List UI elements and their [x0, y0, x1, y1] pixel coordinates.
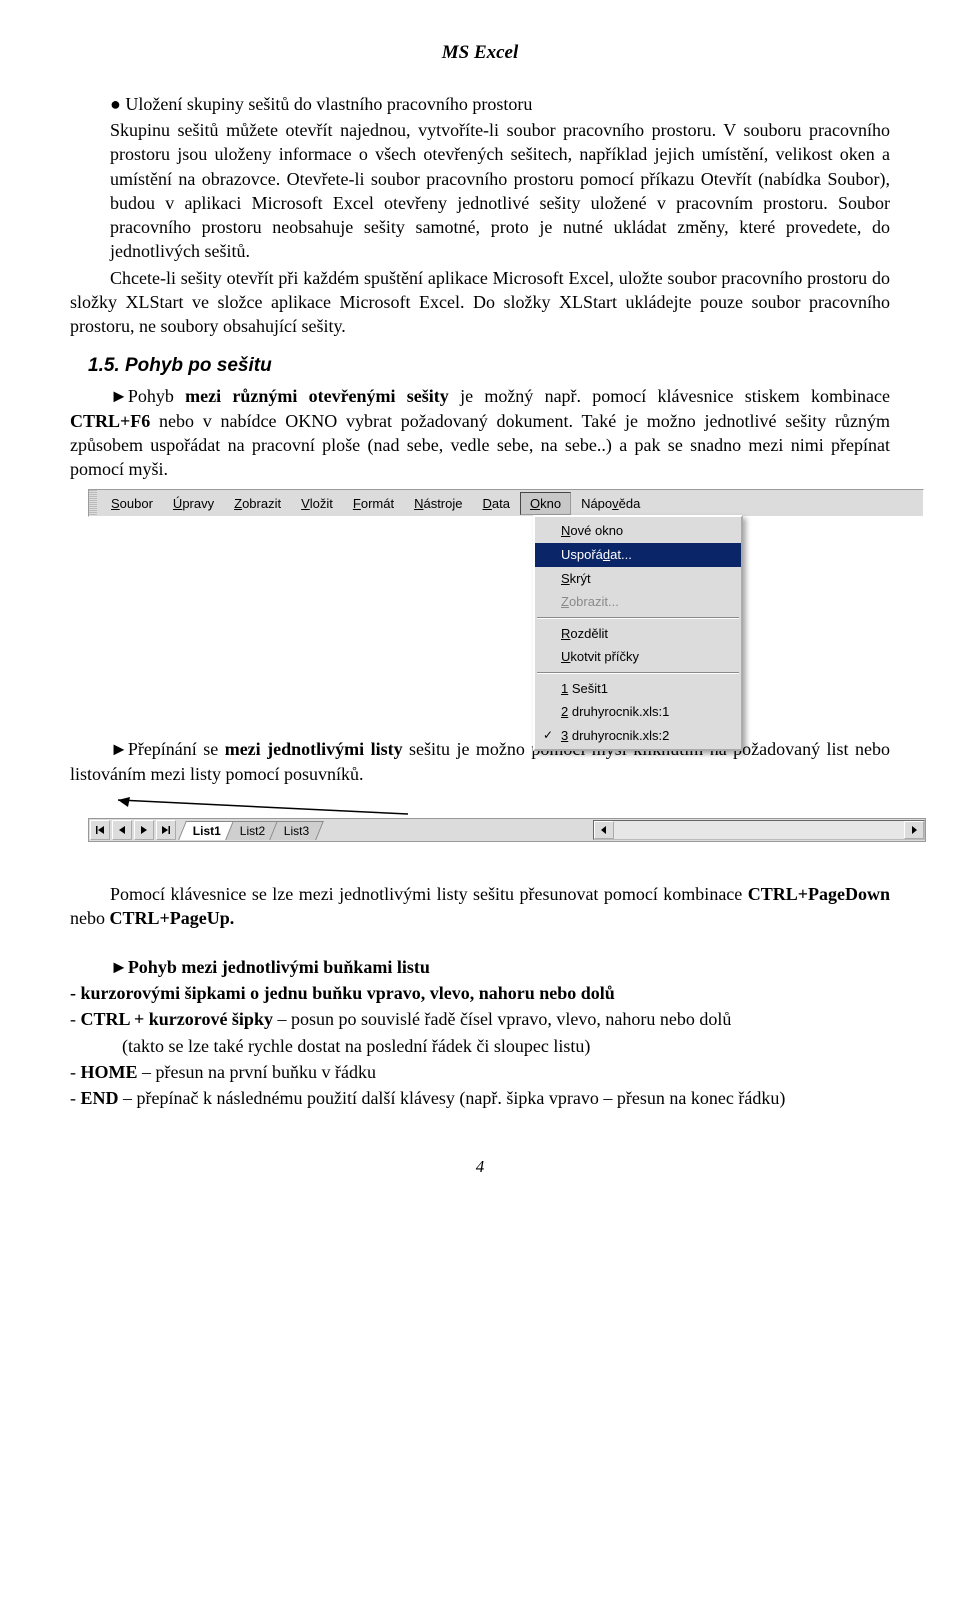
sheet-tab-label: List2	[240, 822, 265, 840]
sheet-tab-label: List3	[284, 822, 309, 840]
menu-item-okno[interactable]: Okno	[520, 492, 571, 516]
dash: -	[70, 1088, 81, 1108]
nav-next-icon	[139, 825, 149, 835]
menu-item-nastroje[interactable]: Nástroje	[404, 492, 472, 516]
menu-grip-icon	[89, 490, 97, 516]
bold-fragment: mezi jednotlivými listy	[225, 739, 403, 759]
checkmark-icon: ✓	[543, 727, 553, 743]
dropdown-item-window-3[interactable]: ✓3 druhyrocnik.xls:2	[535, 724, 741, 748]
paragraph-workspace-1: Skupinu sešitů můžete otevřít najednou, …	[110, 118, 890, 264]
dropdown-item-window-1[interactable]: 1 Sešit1	[535, 677, 741, 701]
chevron-left-icon	[600, 826, 608, 834]
marker: ►Pohyb	[110, 386, 185, 406]
dash: -	[70, 1062, 81, 1082]
list-item-end: - END – přepínač k následnému použití da…	[92, 1086, 890, 1110]
list-item-ctrl-arrows-note: (takto se lze také rychle dostat na posl…	[122, 1034, 890, 1058]
list-item-arrows: - kurzorovými šipkami o jednu buňku vpra…	[92, 981, 890, 1005]
chevron-right-icon	[910, 826, 918, 834]
menu-item-vlozit[interactable]: Vložit	[291, 492, 343, 516]
nav-last-icon	[161, 825, 171, 835]
figure-menu-okno: Soubor Úpravy Zobrazit Vložit Formát Nás…	[88, 489, 924, 517]
pointer-arrow-icon	[88, 796, 428, 818]
dropdown-item-rozdelit[interactable]: Rozdělit	[535, 622, 741, 646]
menu-item-upravy[interactable]: Úpravy	[163, 492, 224, 516]
menu-item-napoveda[interactable]: Nápověda	[571, 492, 650, 516]
page-number: 4	[70, 1156, 890, 1179]
bullet-save-workspace: ● Uložení skupiny sešitů do vlastního pr…	[110, 92, 890, 116]
dropdown-separator	[537, 617, 739, 619]
paragraph-keyboard-tabs: Pomocí klávesnice se lze mezi jednotlivý…	[70, 882, 890, 931]
dropdown-item-skryt[interactable]: Skrýt	[535, 567, 741, 591]
section-title-pohyb: 1.5. Pohyb po sešitu	[88, 353, 890, 379]
bold-fragment: mezi různými otevřenými sešity	[185, 386, 449, 406]
paragraph-pohyb-bunky-title: ►Pohyb mezi jednotlivými buňkami listu	[70, 955, 890, 979]
scroll-left-button[interactable]	[594, 821, 614, 839]
dropdown-item-ukotvit[interactable]: Ukotvit příčky	[535, 645, 741, 669]
kbd-ctrl-f6: CTRL+F6	[70, 411, 150, 431]
text-fragment: nebo v nabídce OKNO vybrat požadovaný do…	[70, 411, 890, 480]
text-fragment: – posun po souvislé řadě čísel vpravo, v…	[273, 1009, 731, 1029]
dropdown-item-nove-okno[interactable]: Nové okno	[535, 519, 741, 543]
horizontal-scrollbar[interactable]	[593, 820, 925, 840]
menu-item-data[interactable]: Data	[473, 492, 520, 516]
menu-item-soubor[interactable]: Soubor	[101, 492, 163, 516]
text-fragment: Pomocí klávesnice se lze mezi jednotlivý…	[110, 884, 748, 904]
text-fragment: je možný např. pomocí klávesnice stiskem…	[449, 386, 890, 406]
kbd-end: END	[81, 1088, 119, 1108]
menu-bar: Soubor Úpravy Zobrazit Vložit Formát Nás…	[88, 489, 924, 517]
list-item-home: - HOME – přesun na první buňku v řádku	[92, 1060, 890, 1084]
menu-item-zobrazit[interactable]: Zobrazit	[224, 492, 291, 516]
dropdown-item-zobrazit: Zobrazit...	[535, 590, 741, 614]
dropdown-item-window-2[interactable]: 2 druhyrocnik.xls:1	[535, 700, 741, 724]
paragraph-pohyb-sesity: ►Pohyb mezi různými otevřenými sešity je…	[70, 384, 890, 481]
marker: ►Přepínání se	[110, 739, 225, 759]
paragraph-prepinani-listy: ►Přepínání se mezi jednotlivými listy se…	[70, 737, 890, 786]
kbd-ctrl-pageup: CTRL+PageUp.	[110, 908, 235, 928]
text-fragment: – přesun na první buňku v řádku	[138, 1062, 376, 1082]
sheet-tabs-bar: List1 List2 List3	[88, 818, 926, 842]
scroll-right-button[interactable]	[904, 821, 924, 839]
menu-item-format[interactable]: Formát	[343, 492, 404, 516]
tab-nav-last-button[interactable]	[156, 820, 176, 840]
list-item-ctrl-arrows: - CTRL + kurzorové šipky – posun po souv…	[92, 1007, 890, 1031]
figure-sheet-tabs: List1 List2 List3	[88, 796, 924, 840]
text-fragment: – přepínač k následnému použití další kl…	[119, 1088, 786, 1108]
page-header: MS Excel	[70, 40, 890, 66]
dropdown-separator	[537, 672, 739, 674]
kbd-home: HOME	[81, 1062, 138, 1082]
sheet-tab-list3[interactable]: List3	[270, 821, 325, 840]
tab-nav-prev-button[interactable]	[112, 820, 132, 840]
dropdown-okno: Nové okno Uspořádat... Skrýt Zobrazit...…	[533, 515, 743, 751]
nav-prev-icon	[117, 825, 127, 835]
paragraph-workspace-2: Chcete-li sešity otevřít při každém spuš…	[70, 266, 890, 339]
kbd-ctrl-pagedown: CTRL+PageDown	[748, 884, 890, 904]
dash: -	[70, 1009, 81, 1029]
sheet-tab-label: List1	[193, 822, 221, 840]
text-fragment: nebo	[70, 908, 110, 928]
nav-first-icon	[95, 825, 105, 835]
dropdown-item-usporadat[interactable]: Uspořádat...	[535, 543, 741, 567]
tab-nav-next-button[interactable]	[134, 820, 154, 840]
kbd-ctrl-arrows: CTRL + kurzorové šipky	[81, 1009, 273, 1029]
tab-nav-first-button[interactable]	[90, 820, 110, 840]
